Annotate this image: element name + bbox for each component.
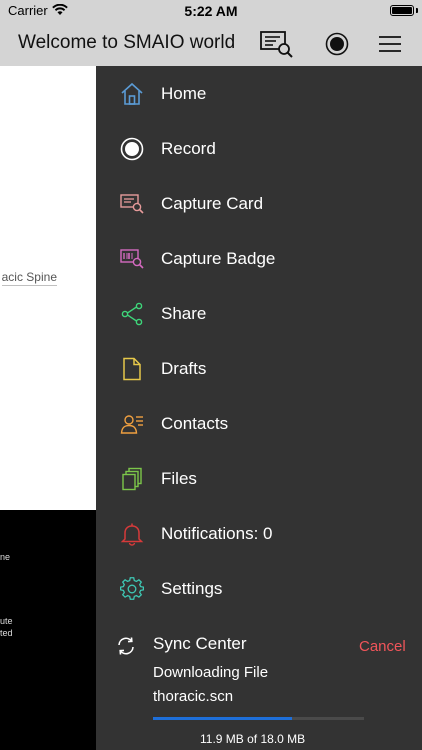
record-icon	[120, 137, 144, 161]
menu-item-label: Capture Badge	[161, 248, 276, 268]
navigation-bar: Welcome to SMAIO world	[0, 22, 422, 66]
share-icon	[120, 302, 144, 326]
background-fragment: ute	[0, 616, 13, 626]
background-fragment: ne	[0, 552, 11, 562]
bell-icon	[120, 522, 144, 546]
background-content: acic Spine	[0, 66, 96, 510]
sync-filename: thoracic.scn	[153, 688, 234, 705]
menu-item-label: Contacts	[161, 413, 229, 433]
drafts-icon	[120, 357, 144, 381]
menu-item-record[interactable]: Record	[96, 121, 422, 176]
menu-item-label: Share	[161, 303, 207, 323]
menu-item-contacts[interactable]: Contacts	[96, 396, 422, 451]
record-button[interactable]	[324, 28, 350, 60]
home-icon	[120, 82, 144, 106]
menu-item-share[interactable]: Share	[96, 286, 422, 341]
battery-icon	[390, 5, 414, 16]
menu-item-capture-badge[interactable]: Capture Badge	[96, 231, 422, 286]
capture-badge-icon	[120, 247, 144, 271]
side-drawer: Home Record Capture Card Capture Badge S…	[96, 66, 422, 750]
menu-item-capture-card[interactable]: Capture Card	[96, 176, 422, 231]
download-size-text: 11.9 MB of 18.0 MB	[200, 732, 306, 746]
scan-card-icon[interactable]	[258, 28, 296, 60]
cancel-sync-button[interactable]: Cancel	[359, 638, 406, 655]
sync-icon	[116, 636, 136, 656]
files-icon	[120, 467, 144, 491]
thoracic-spine-link[interactable]: acic Spine	[1, 270, 57, 286]
menu-item-label: Files	[161, 468, 197, 488]
clock: 5:22 AM	[184, 3, 238, 19]
page-title: Welcome to SMAIO world	[18, 32, 236, 53]
sync-status-text: Downloading File	[153, 664, 269, 681]
status-bar: Carrier 5:22 AM	[0, 0, 422, 22]
sync-center-title: Sync Center	[153, 634, 247, 653]
menu-item-label: Drafts	[161, 358, 207, 378]
menu-item-label: Settings	[161, 578, 223, 598]
menu-item-label: Notifications: 0	[161, 523, 273, 543]
background-dark-panel: ne ute ted	[0, 510, 96, 750]
menu-item-settings[interactable]: Settings	[96, 561, 422, 616]
menu-item-drafts[interactable]: Drafts	[96, 341, 422, 396]
battery-cap	[416, 8, 418, 13]
menu-item-label: Record	[161, 138, 216, 158]
download-progress-fill	[153, 717, 293, 720]
capture-card-icon	[120, 192, 144, 216]
menu-item-files[interactable]: Files	[96, 451, 422, 506]
background-fragment: ted	[0, 628, 13, 638]
menu-item-label: Home	[161, 83, 207, 103]
hamburger-menu-icon[interactable]	[377, 28, 403, 60]
contacts-icon	[120, 412, 144, 436]
menu-item-notifications[interactable]: Notifications: 0	[96, 506, 422, 561]
gear-icon	[120, 576, 144, 601]
menu-item-label: Capture Card	[161, 193, 264, 213]
download-progress-bar	[153, 717, 364, 720]
menu-item-home[interactable]: Home	[96, 66, 422, 121]
